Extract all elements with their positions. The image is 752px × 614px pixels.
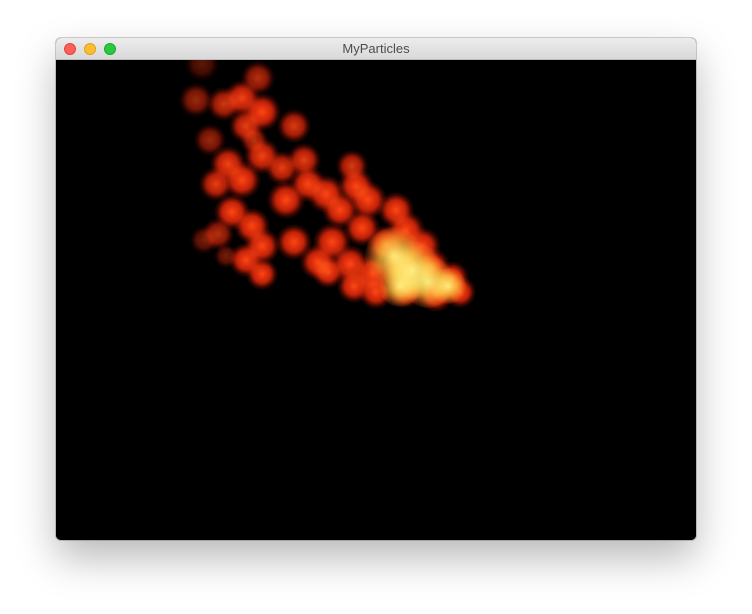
particle [277,109,311,143]
particle [189,225,219,255]
particle [312,256,344,288]
particle-hot [429,267,467,305]
app-window: MyParticles [56,38,696,540]
particle [246,258,278,290]
particle-canvas[interactable] [56,60,696,540]
title-bar[interactable]: MyParticles [56,38,696,60]
particle-hot [379,265,421,307]
particle [185,60,219,81]
window-title: MyParticles [342,41,410,56]
particle [214,244,238,268]
particle [266,180,306,220]
